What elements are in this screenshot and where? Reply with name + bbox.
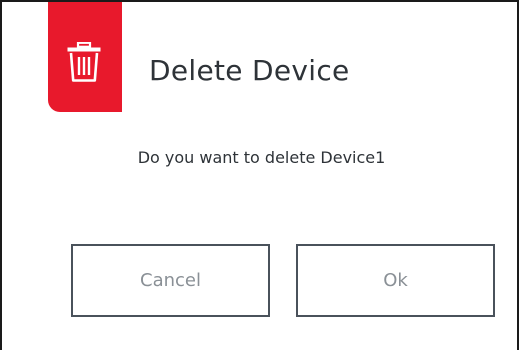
- dialog-icon-badge: [48, 2, 122, 112]
- cancel-button[interactable]: Cancel: [71, 244, 270, 317]
- dialog-message: Do you want to delete Device1: [137, 148, 386, 167]
- dialog-title: Delete Device: [149, 54, 350, 87]
- delete-device-dialog: Delete Device Do you want to delete Devi…: [0, 0, 519, 350]
- ok-button[interactable]: Ok: [296, 244, 495, 317]
- trash-icon: [67, 42, 101, 82]
